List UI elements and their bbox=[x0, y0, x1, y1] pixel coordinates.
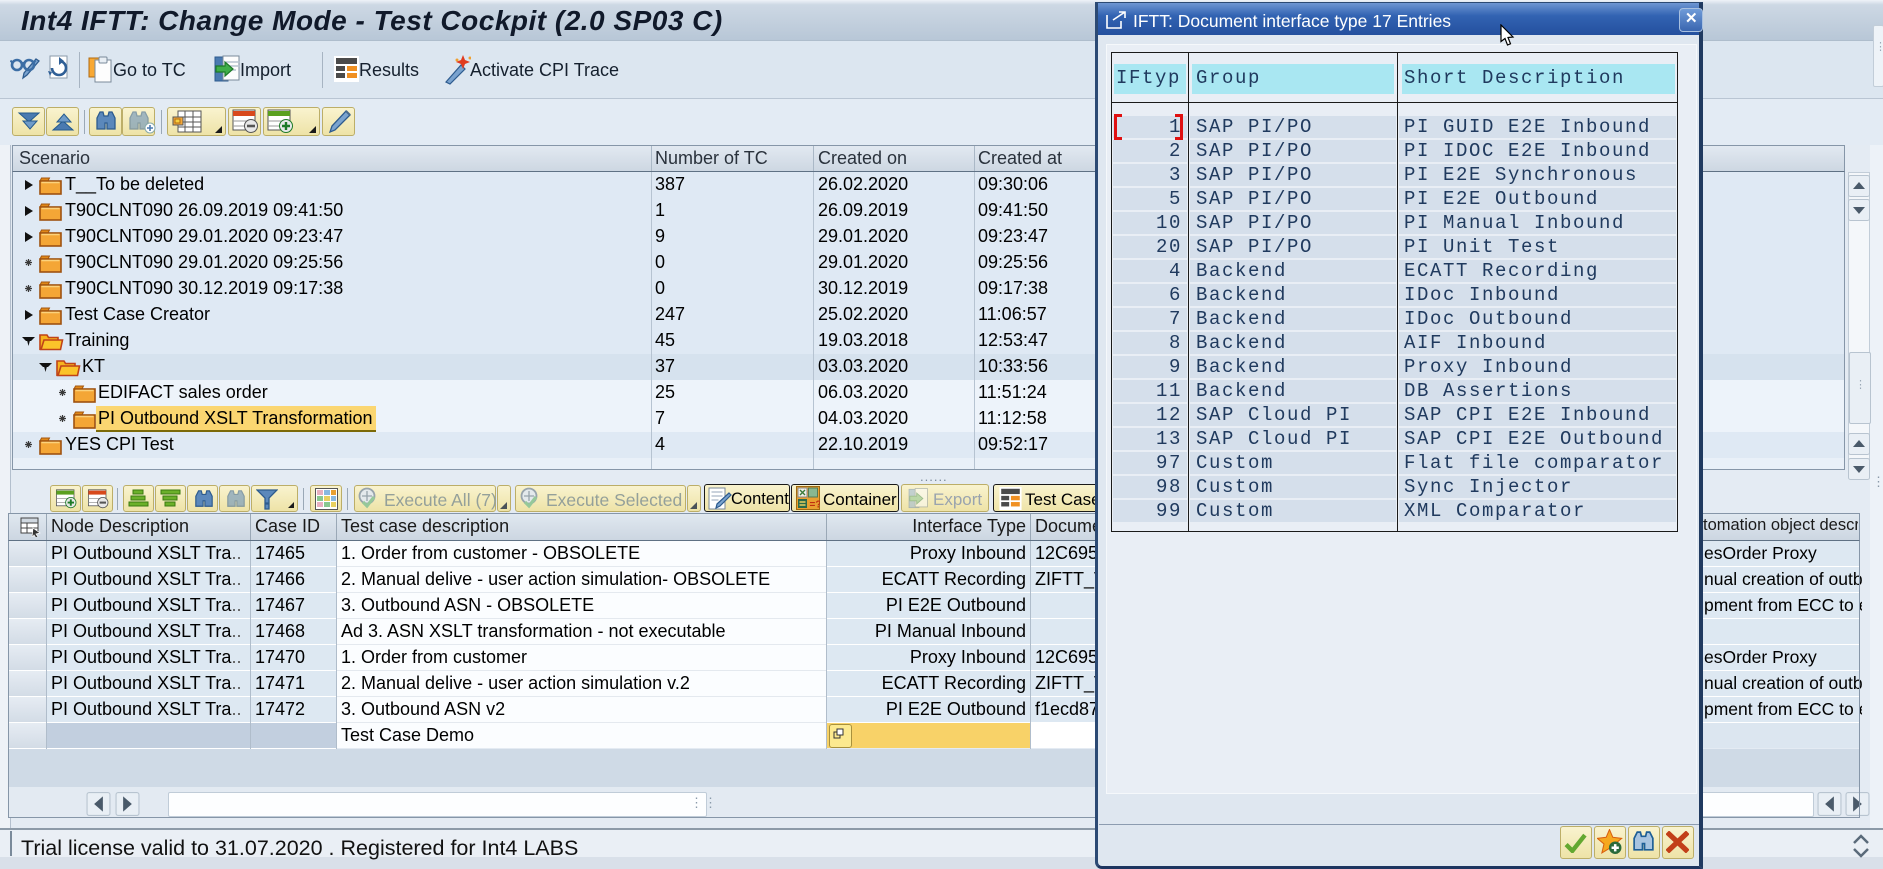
svg-text:=?: =? bbox=[810, 500, 821, 511]
